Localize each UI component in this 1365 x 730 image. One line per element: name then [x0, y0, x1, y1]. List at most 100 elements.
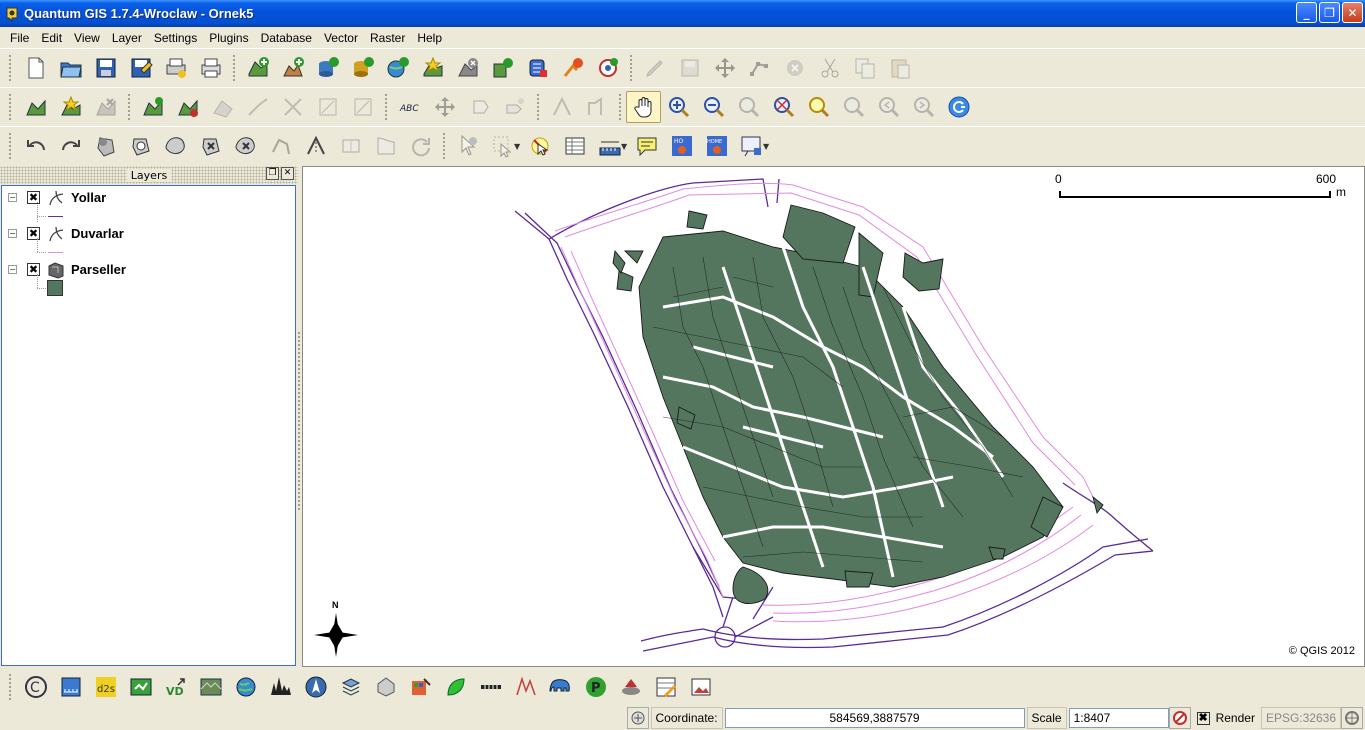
georeferencer-icon[interactable]: [123, 671, 158, 703]
split-icon[interactable]: [298, 130, 333, 162]
change-label-icon[interactable]: [497, 91, 532, 123]
zoom-next-icon[interactable]: [906, 91, 941, 123]
dxf2shp-icon[interactable]: d2s: [88, 671, 123, 703]
menu-help[interactable]: Help: [411, 31, 448, 45]
heatmap-icon[interactable]: [333, 671, 368, 703]
python-console-icon[interactable]: P: [578, 671, 613, 703]
layer-remove-icon[interactable]: [88, 91, 123, 123]
menu-edit[interactable]: Edit: [35, 31, 68, 45]
copy-features-icon[interactable]: [847, 52, 882, 84]
minimize-button[interactable]: _: [1296, 2, 1317, 23]
paste-features-icon[interactable]: [882, 52, 917, 84]
layer-icon-a[interactable]: [18, 91, 53, 123]
vertex-icon[interactable]: [310, 91, 345, 123]
zoom-out-icon[interactable]: [696, 91, 731, 123]
move-feature-icon[interactable]: [707, 52, 742, 84]
toggle-edit-icon[interactable]: [637, 52, 672, 84]
add-spatialite-icon[interactable]: [345, 52, 380, 84]
merge-attributes-icon[interactable]: [368, 130, 403, 162]
leaf-icon[interactable]: [438, 671, 473, 703]
render-toggle[interactable]: ✖ Render: [1193, 707, 1259, 729]
add-delimited-icon[interactable]: [555, 52, 590, 84]
trace-icon[interactable]: [579, 91, 614, 123]
stop-render-icon[interactable]: [1168, 707, 1191, 729]
zoom-full-icon[interactable]: [766, 91, 801, 123]
add-vector-icon[interactable]: [240, 52, 275, 84]
menu-database[interactable]: Database: [255, 31, 318, 45]
scale-field[interactable]: 1:8407: [1068, 708, 1169, 728]
annotation-dropdown-icon[interactable]: ▼: [763, 142, 771, 151]
add-polygon-icon[interactable]: [170, 91, 205, 123]
close-panel-icon[interactable]: ✕: [281, 167, 294, 180]
delete-selected-icon[interactable]: [777, 52, 812, 84]
layer-row-parseller[interactable]: − ✖ Parseller: [2, 258, 295, 282]
move-label-icon[interactable]: [427, 91, 462, 123]
label-icon[interactable]: ABC: [392, 91, 427, 123]
deselect-icon[interactable]: [522, 130, 557, 162]
zoom-last-icon[interactable]: [871, 91, 906, 123]
composer-manager-icon[interactable]: [193, 52, 228, 84]
layer-visibility-checkbox[interactable]: ✖: [27, 191, 40, 204]
pan-icon[interactable]: [626, 91, 661, 123]
collapse-icon[interactable]: −: [8, 229, 17, 238]
rotate-label-icon[interactable]: [462, 91, 497, 123]
reshape-icon[interactable]: [263, 130, 298, 162]
float-panel-icon[interactable]: ❐: [266, 167, 279, 180]
save-edits-icon[interactable]: [672, 52, 707, 84]
refresh-icon[interactable]: [941, 91, 976, 123]
terrain-3d-icon[interactable]: [368, 671, 403, 703]
show-bookmarks-icon[interactable]: HOME: [699, 130, 734, 162]
histogram-icon[interactable]: [263, 671, 298, 703]
layer-visibility-checkbox[interactable]: ✖: [27, 263, 40, 276]
new-shapefile-icon[interactable]: [415, 52, 450, 84]
new-project-icon[interactable]: [18, 52, 53, 84]
road-graph-icon[interactable]: [508, 671, 543, 703]
measure-dropdown-icon[interactable]: ▼: [621, 142, 629, 151]
raster-calculator-icon[interactable]: [403, 671, 438, 703]
rotate-icon[interactable]: [403, 130, 438, 162]
snap-icon[interactable]: [544, 91, 579, 123]
zoom-in-icon[interactable]: [661, 91, 696, 123]
elephant-icon[interactable]: [543, 671, 578, 703]
print-composer-icon[interactable]: [158, 52, 193, 84]
layer-visibility-checkbox[interactable]: ✖: [27, 227, 40, 240]
collapse-icon[interactable]: −: [8, 193, 17, 202]
add-mssql-icon[interactable]: [520, 52, 555, 84]
coordinate-capture-icon[interactable]: VD: [158, 671, 193, 703]
globe-icon[interactable]: [228, 671, 263, 703]
layer-row-duvarlar[interactable]: − ✖ Duvarlar: [2, 222, 295, 246]
table-manager-icon[interactable]: [648, 671, 683, 703]
remove-layer-icon[interactable]: [450, 52, 485, 84]
menu-view[interactable]: View: [68, 31, 106, 45]
delete-part-icon[interactable]: [228, 130, 263, 162]
add-postgis-icon[interactable]: [310, 52, 345, 84]
attribute-table-icon[interactable]: [557, 130, 592, 162]
open-project-icon[interactable]: [53, 52, 88, 84]
gps-icon[interactable]: [590, 52, 625, 84]
raster-terrain-icon[interactable]: [193, 671, 228, 703]
layer-star-icon[interactable]: [53, 91, 88, 123]
identify-icon[interactable]: [450, 130, 485, 162]
add-raster-icon[interactable]: [275, 52, 310, 84]
zoom-layer-icon[interactable]: [836, 91, 871, 123]
restore-button[interactable]: ❐: [1319, 2, 1340, 23]
copyright-label-icon[interactable]: C: [18, 671, 53, 703]
crs-status[interactable]: EPSG:32636: [1260, 707, 1341, 729]
vertex-edit-icon[interactable]: [345, 91, 380, 123]
node-tool-icon[interactable]: [742, 52, 777, 84]
menu-settings[interactable]: Settings: [148, 31, 203, 45]
add-part-icon[interactable]: [158, 130, 193, 162]
add-wms-icon[interactable]: [380, 52, 415, 84]
new-bookmark-icon[interactable]: HO: [664, 130, 699, 162]
menu-layer[interactable]: Layer: [106, 31, 148, 45]
cut-features-icon[interactable]: [812, 52, 847, 84]
zoom-actual-icon[interactable]: [731, 91, 766, 123]
map-tips-icon[interactable]: [629, 130, 664, 162]
image-export-icon[interactable]: [683, 671, 718, 703]
toggle-extents-icon[interactable]: [626, 707, 649, 729]
layer-tree[interactable]: − ✖ Yollar − ✖ Duvarlar − ✖ Parseller: [1, 185, 296, 666]
select-icon[interactable]: [485, 130, 520, 162]
add-wfs-icon[interactable]: [485, 52, 520, 84]
delete-ring-icon[interactable]: [193, 130, 228, 162]
add-ring-icon[interactable]: [123, 130, 158, 162]
